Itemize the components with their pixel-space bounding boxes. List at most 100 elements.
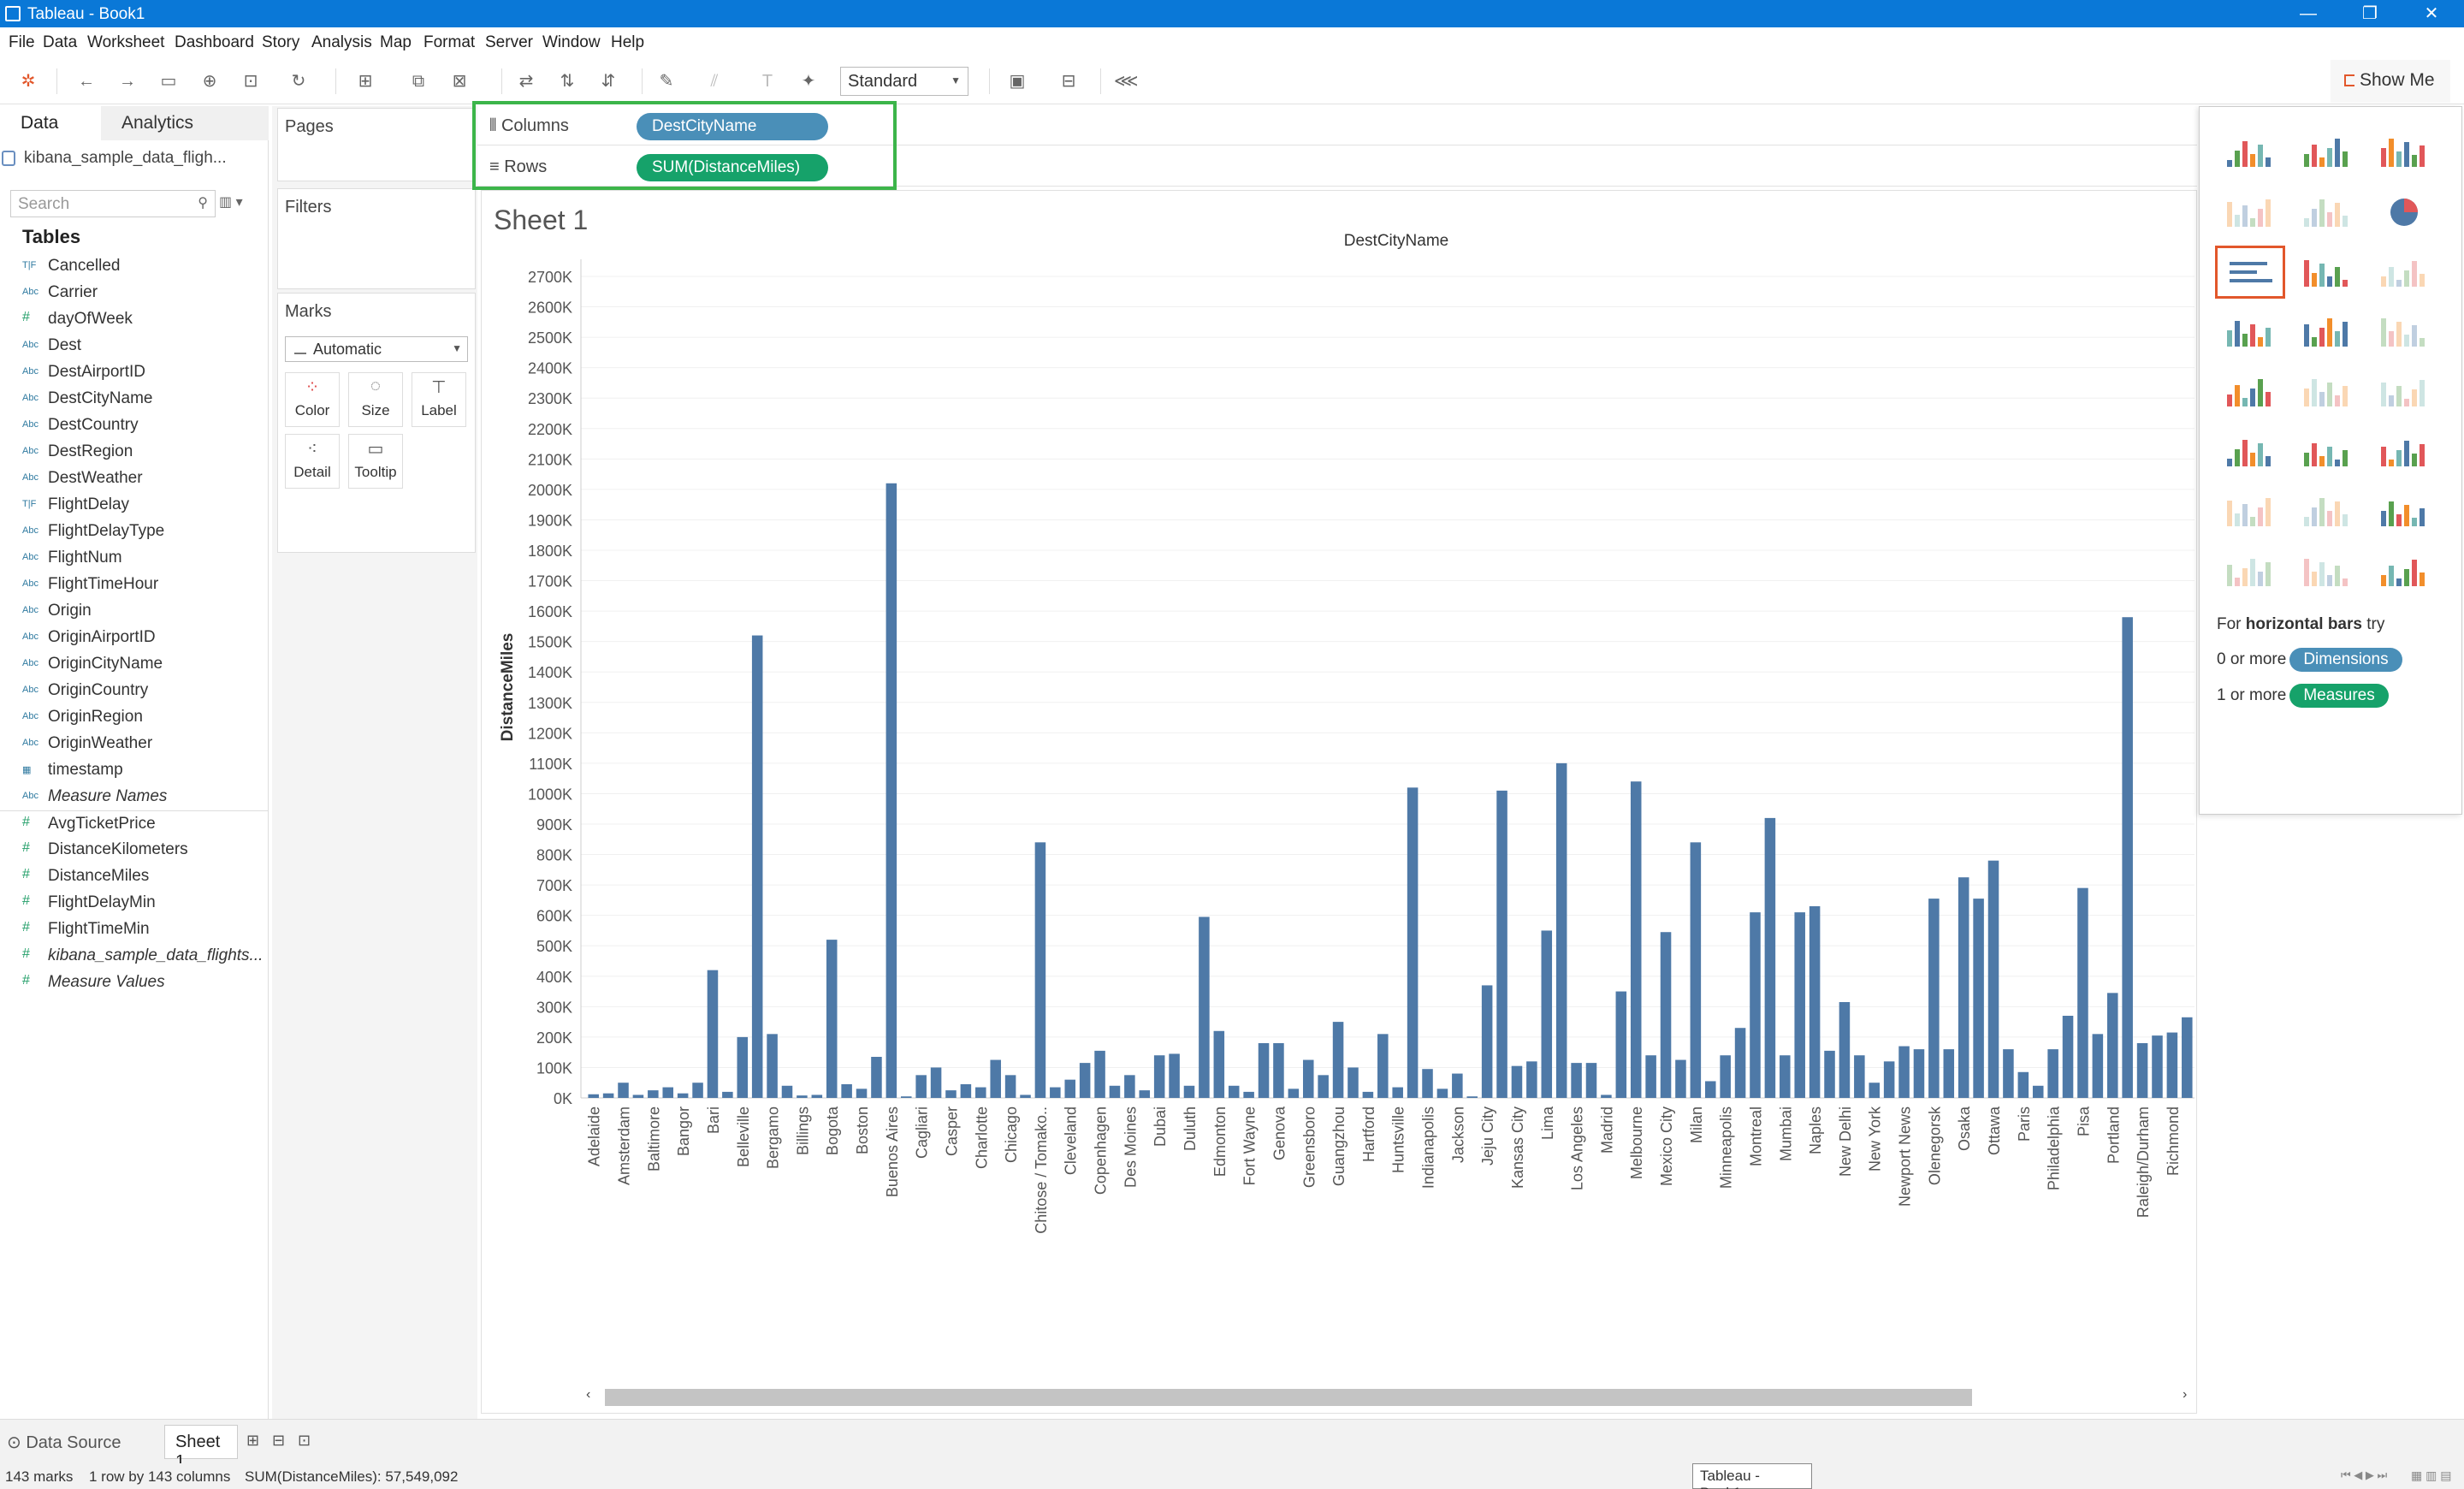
field-item[interactable]: # AvgTicketPrice bbox=[0, 810, 269, 837]
redo-icon[interactable]: → bbox=[116, 70, 139, 92]
chart-type-text-table[interactable] bbox=[2215, 126, 2285, 179]
scroll-right-icon[interactable]: › bbox=[2183, 1387, 2187, 1403]
menu-analysis[interactable]: Analysis bbox=[311, 33, 372, 52]
field-item[interactable]: Abc DestRegion bbox=[0, 439, 269, 466]
mark-type-select[interactable]: Automatic ▼ bbox=[285, 336, 468, 362]
menu-data[interactable]: Data bbox=[43, 33, 77, 52]
label-button[interactable]: ⊤ Label bbox=[412, 372, 466, 427]
field-item[interactable]: # DistanceKilometers bbox=[0, 837, 269, 863]
chart-type-dual-combination[interactable] bbox=[2369, 425, 2439, 478]
menu-window[interactable]: Window bbox=[542, 33, 601, 52]
pin-axis-icon[interactable]: ✦ bbox=[797, 70, 820, 92]
scroll-thumb[interactable] bbox=[605, 1389, 1972, 1406]
chart-type-gantt-chart[interactable] bbox=[2215, 545, 2285, 598]
share-icon[interactable]: ⋘ bbox=[1114, 70, 1138, 92]
field-item[interactable]: Abc DestWeather bbox=[0, 466, 269, 492]
size-button[interactable]: ◌ Size bbox=[348, 372, 403, 427]
field-item[interactable]: # dayOfWeek bbox=[0, 306, 269, 333]
refresh-icon[interactable]: ↻ bbox=[287, 70, 310, 92]
highlight-icon[interactable]: ✎ bbox=[655, 70, 678, 92]
menu-story[interactable]: Story bbox=[262, 33, 299, 52]
field-item[interactable]: Abc OriginAirportID bbox=[0, 625, 269, 651]
pages-card[interactable]: Pages bbox=[277, 108, 476, 181]
chart-type-stacked-bars[interactable] bbox=[2292, 246, 2362, 299]
menu-worksheet[interactable]: Worksheet bbox=[87, 33, 164, 52]
field-item[interactable]: Abc FlightTimeHour bbox=[0, 572, 269, 598]
clear-sheet-icon[interactable]: ⊠ bbox=[448, 70, 471, 92]
chart-type-heat-map[interactable] bbox=[2292, 126, 2362, 179]
chart-type-highlight-table[interactable] bbox=[2369, 126, 2439, 179]
tab-analytics[interactable]: Analytics bbox=[101, 106, 269, 140]
chart-type-symbol-map[interactable] bbox=[2215, 186, 2285, 239]
new-dashboard-tab-icon[interactable]: ⊟ bbox=[272, 1432, 285, 1450]
field-item[interactable]: # kibana_sample_data_flights... bbox=[0, 943, 269, 970]
field-item[interactable]: Abc Measure Names bbox=[0, 784, 269, 810]
field-item[interactable]: Abc FlightNum bbox=[0, 545, 269, 572]
menu-file[interactable]: File bbox=[9, 33, 35, 52]
menu-map[interactable]: Map bbox=[380, 33, 412, 52]
search-input[interactable]: Search ⚲ bbox=[10, 190, 216, 217]
chart-type-horizontal-bars[interactable] bbox=[2215, 246, 2285, 299]
menu-format[interactable]: Format bbox=[424, 33, 475, 52]
restore-button[interactable]: ❐ bbox=[2344, 2, 2396, 26]
menu-help[interactable]: Help bbox=[611, 33, 644, 52]
field-item[interactable]: # Measure Values bbox=[0, 970, 269, 996]
presentation-mode-icon[interactable]: ⊟ bbox=[1057, 70, 1080, 92]
field-item[interactable]: Abc DestCountry bbox=[0, 412, 269, 439]
chart-type-bullet-graph[interactable] bbox=[2292, 545, 2362, 598]
chart-type-side-by-side-bars[interactable] bbox=[2369, 246, 2439, 299]
scroll-left-icon[interactable]: ‹ bbox=[586, 1387, 590, 1403]
field-item[interactable]: Abc OriginWeather bbox=[0, 731, 269, 757]
field-item[interactable]: # FlightTimeMin bbox=[0, 917, 269, 943]
new-story-tab-icon[interactable]: ⊡ bbox=[298, 1432, 311, 1450]
field-item[interactable]: Abc OriginCityName bbox=[0, 651, 269, 678]
field-item[interactable]: Abc DestAirportID bbox=[0, 359, 269, 386]
show-cards-icon[interactable]: ▣ bbox=[1006, 70, 1028, 92]
field-item[interactable]: Abc OriginRegion bbox=[0, 704, 269, 731]
menu-dashboard[interactable]: Dashboard bbox=[175, 33, 254, 52]
field-item[interactable]: Abc OriginCountry bbox=[0, 678, 269, 704]
chart-type-packed-bubbles[interactable] bbox=[2369, 545, 2439, 598]
field-item[interactable]: # FlightDelayMin bbox=[0, 890, 269, 917]
show-me-button[interactable]: Show Me bbox=[2331, 60, 2450, 103]
detail-button[interactable]: ⁖ Detail bbox=[285, 434, 340, 489]
fit-select[interactable]: Standard ▼ bbox=[840, 67, 968, 96]
sort-ascending-icon[interactable]: ⇅ bbox=[556, 70, 578, 92]
field-item[interactable]: Abc DestCityName bbox=[0, 386, 269, 412]
chart-type-histogram[interactable] bbox=[2292, 485, 2362, 538]
chart-type-circle-views[interactable] bbox=[2292, 306, 2362, 359]
pause-updates-icon[interactable]: ⊡ bbox=[240, 70, 262, 92]
filters-card[interactable]: Filters bbox=[277, 188, 476, 289]
chart-type-scatter-plot[interactable] bbox=[2215, 485, 2285, 538]
chart-type-lines-discrete[interactable] bbox=[2215, 365, 2285, 418]
chart-type-side-by-side-circles[interactable] bbox=[2369, 306, 2439, 359]
datasource-item[interactable]: kibana_sample_data_fligh... bbox=[2, 149, 227, 168]
field-item[interactable]: ▦ timestamp bbox=[0, 757, 269, 784]
chart-type-area-discrete[interactable] bbox=[2292, 425, 2362, 478]
new-worksheet-tab-icon[interactable]: ⊞ bbox=[246, 1432, 259, 1450]
tableau-home-icon[interactable]: ✲ bbox=[17, 70, 39, 92]
field-item[interactable]: Abc FlightDelayType bbox=[0, 519, 269, 545]
view-mode-icon[interactable]: ▦ ▥ ▤ bbox=[2411, 1468, 2451, 1483]
swap-rows-columns-icon[interactable]: ⇄ bbox=[515, 70, 537, 92]
field-item[interactable]: Abc Dest bbox=[0, 333, 269, 359]
sheet-navigation-icon[interactable]: ⏮ ◀ ▶ ⏭ bbox=[2341, 1468, 2387, 1482]
rows-pill-sum-distancemiles[interactable]: SUM(DistanceMiles) bbox=[637, 154, 828, 181]
tab-data[interactable]: Data bbox=[0, 106, 101, 140]
undo-icon[interactable]: ← bbox=[75, 70, 98, 92]
show-labels-icon[interactable]: T bbox=[756, 70, 779, 92]
sort-descending-icon[interactable]: ⇵ bbox=[597, 70, 619, 92]
field-item[interactable]: # DistanceMiles bbox=[0, 863, 269, 890]
chart-type-box-and-whisker[interactable] bbox=[2369, 485, 2439, 538]
group-members-icon[interactable]: ⫽ bbox=[703, 70, 726, 92]
chart-type-filled-map[interactable] bbox=[2292, 186, 2362, 239]
chart-type-dual-lines[interactable] bbox=[2369, 365, 2439, 418]
view-toggle-icon[interactable]: ▥ ▾ bbox=[219, 193, 243, 211]
field-item[interactable]: Abc Origin bbox=[0, 598, 269, 625]
columns-pill-destcityname[interactable]: DestCityName bbox=[637, 113, 828, 140]
chart-type-pie-chart[interactable] bbox=[2369, 186, 2439, 239]
close-button[interactable]: ✕ bbox=[2406, 2, 2457, 26]
save-icon[interactable]: ▭ bbox=[157, 70, 180, 92]
duplicate-sheet-icon[interactable]: ⧉ bbox=[407, 70, 429, 92]
field-item[interactable]: Abc Carrier bbox=[0, 280, 269, 306]
